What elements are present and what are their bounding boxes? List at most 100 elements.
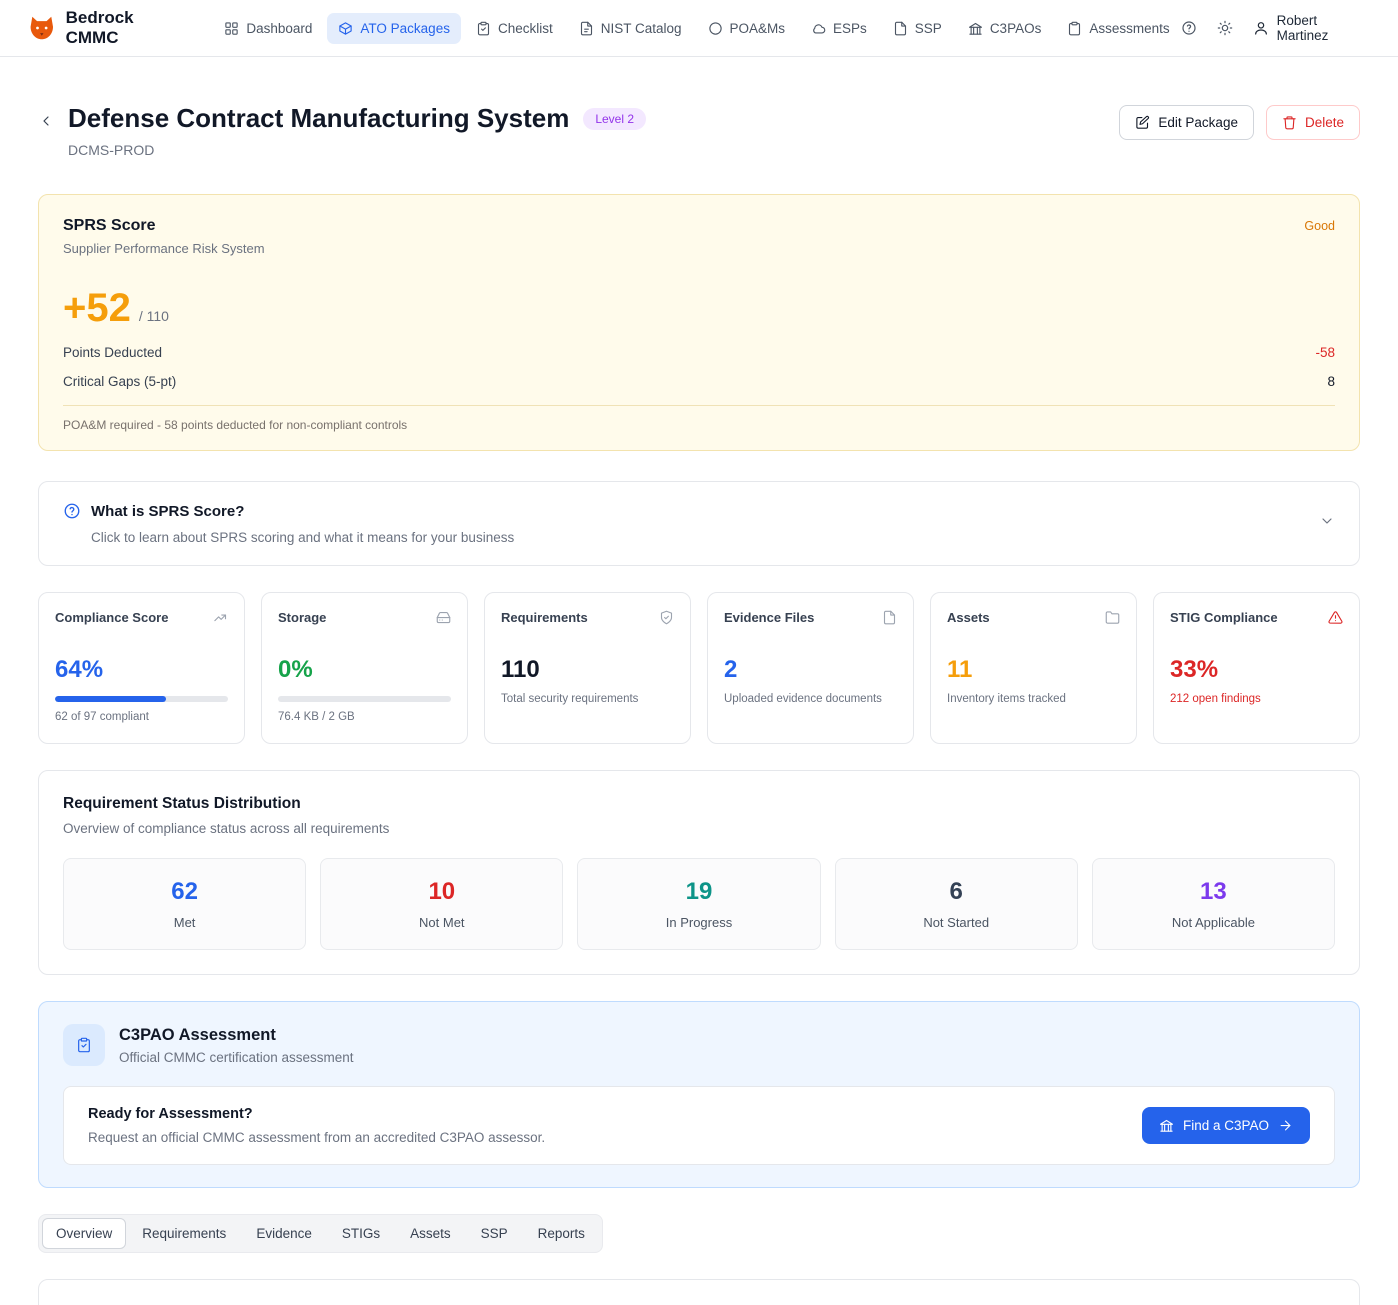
- tab-assets[interactable]: Assets: [396, 1218, 465, 1249]
- stat-card-assets: Assets 11 Inventory items tracked: [930, 592, 1137, 744]
- back-button[interactable]: [38, 113, 54, 134]
- cta-subtitle: Request an official CMMC assessment from…: [88, 1130, 545, 1145]
- nav-poams[interactable]: POA&Ms: [697, 13, 797, 44]
- stat-subtext: Inventory items tracked: [947, 693, 1120, 705]
- sprs-footnote: POA&M required - 58 points deducted for …: [63, 418, 1335, 432]
- nav-label: NIST Catalog: [601, 21, 682, 36]
- grid-icon: [224, 21, 239, 36]
- nav-checklist[interactable]: Checklist: [465, 13, 564, 44]
- trending-up-icon: [213, 610, 228, 630]
- nav-label: ESPs: [833, 21, 867, 36]
- folder-icon: [1105, 610, 1120, 630]
- cta-title: Ready for Assessment?: [88, 1106, 545, 1122]
- chevron-left-icon: [38, 113, 54, 129]
- sprs-score-max: / 110: [139, 308, 169, 324]
- dist-label: In Progress: [588, 915, 809, 930]
- stat-subtext: 212 open findings: [1170, 693, 1343, 705]
- delete-package-button[interactable]: Delete: [1266, 105, 1360, 140]
- help-circle-icon: [1181, 20, 1197, 36]
- sprs-row-points-deducted: Points Deducted -58: [63, 345, 1335, 360]
- sprs-info-expander[interactable]: What is SPRS Score? Click to learn about…: [38, 481, 1360, 566]
- trash-icon: [1282, 115, 1297, 130]
- stat-label: Evidence Files: [724, 610, 814, 625]
- dist-value: 6: [846, 878, 1067, 906]
- c3pao-assessment-card: C3PAO Assessment Official CMMC certifica…: [38, 1001, 1360, 1188]
- delete-package-label: Delete: [1305, 115, 1344, 130]
- sprs-title: SPRS Score: [63, 217, 265, 235]
- top-bar: Bedrock CMMC Dashboard ATO Packages Chec…: [0, 0, 1398, 57]
- nav-label: Dashboard: [246, 21, 312, 36]
- panel-title: Requirement Status Distribution: [63, 795, 1335, 813]
- dist-value: 62: [74, 878, 295, 906]
- brand[interactable]: Bedrock CMMC: [28, 8, 189, 48]
- theme-toggle-button[interactable]: [1217, 20, 1233, 36]
- c3pao-title: C3PAO Assessment: [119, 1026, 354, 1045]
- sprs-info-subtitle: Click to learn about SPRS scoring and wh…: [91, 530, 514, 545]
- sprs-subtitle: Supplier Performance Risk System: [63, 241, 265, 256]
- clipboard-icon: [1067, 21, 1082, 36]
- nav-label: SSP: [915, 21, 942, 36]
- divider: [63, 405, 1335, 406]
- sprs-score-value: +52: [63, 286, 131, 331]
- sprs-row-label: Points Deducted: [63, 345, 162, 360]
- nav-dashboard[interactable]: Dashboard: [213, 13, 323, 44]
- clipboard-check-badge-icon: [63, 1024, 105, 1066]
- tab-overview[interactable]: Overview: [42, 1218, 126, 1249]
- stat-label: Compliance Score: [55, 610, 168, 625]
- stat-subtext: Uploaded evidence documents: [724, 693, 897, 705]
- nav-ato-packages[interactable]: ATO Packages: [327, 13, 461, 44]
- dist-box-not-met: 10 Not Met: [320, 858, 563, 950]
- tab-stigs[interactable]: STIGs: [328, 1218, 394, 1249]
- progress-fill: [55, 696, 166, 702]
- panel-subtitle: Overview of compliance status across all…: [63, 821, 1335, 836]
- chevron-down-icon[interactable]: [1319, 513, 1335, 534]
- nav-ssp[interactable]: SSP: [882, 13, 953, 44]
- progress-bar: [55, 696, 228, 702]
- cloud-icon: [811, 21, 826, 36]
- find-c3pao-button[interactable]: Find a C3PAO: [1142, 1107, 1310, 1144]
- nav-c3paos[interactable]: C3PAOs: [957, 13, 1053, 44]
- distribution-grid: 62 Met 10 Not Met 19 In Progress 6 Not S…: [63, 858, 1335, 950]
- edit-package-label: Edit Package: [1158, 115, 1238, 130]
- sprs-row-value: -58: [1315, 345, 1335, 360]
- file-text-icon: [579, 21, 594, 36]
- stat-subtext: 76.4 KB / 2 GB: [278, 711, 451, 723]
- dist-box-met: 62 Met: [63, 858, 306, 950]
- c3pao-subtitle: Official CMMC certification assessment: [119, 1050, 354, 1065]
- stat-label: Requirements: [501, 610, 588, 625]
- topbar-right: Robert Martinez: [1181, 13, 1370, 43]
- edit-package-button[interactable]: Edit Package: [1119, 105, 1254, 140]
- dist-box-not-started: 6 Not Started: [835, 858, 1078, 950]
- nav-nist-catalog[interactable]: NIST Catalog: [568, 13, 693, 44]
- stat-label: Storage: [278, 610, 326, 625]
- stat-card-storage: Storage 0% 76.4 KB / 2 GB: [261, 592, 468, 744]
- sprs-info-title: What is SPRS Score?: [91, 503, 244, 520]
- stat-value: 11: [947, 656, 1120, 684]
- help-button[interactable]: [1181, 20, 1197, 36]
- title-block: Defense Contract Manufacturing System Le…: [68, 103, 646, 158]
- clipboard-check-icon: [476, 21, 491, 36]
- tab-evidence[interactable]: Evidence: [242, 1218, 326, 1249]
- nav-assessments[interactable]: Assessments: [1056, 13, 1180, 44]
- stat-subtext: 62 of 97 compliant: [55, 711, 228, 723]
- nav-label: C3PAOs: [990, 21, 1042, 36]
- find-c3pao-label: Find a C3PAO: [1183, 1118, 1269, 1133]
- assessment-cta-card: Ready for Assessment? Request an officia…: [63, 1086, 1335, 1165]
- sprs-info-text: What is SPRS Score? Click to learn about…: [63, 502, 514, 545]
- nav-esps[interactable]: ESPs: [800, 13, 878, 44]
- tab-ssp[interactable]: SSP: [467, 1218, 522, 1249]
- stat-card-compliance-score: Compliance Score 64% 62 of 97 compliant: [38, 592, 245, 744]
- hard-drive-icon: [436, 610, 451, 630]
- circle-icon: [708, 21, 723, 36]
- dist-value: 19: [588, 878, 809, 906]
- tab-requirements[interactable]: Requirements: [128, 1218, 240, 1249]
- tab-reports[interactable]: Reports: [524, 1218, 599, 1249]
- stat-value: 33%: [1170, 656, 1343, 684]
- stat-card-evidence-files: Evidence Files 2 Uploaded evidence docum…: [707, 592, 914, 744]
- user-menu[interactable]: Robert Martinez: [1253, 13, 1370, 43]
- edit-icon: [1135, 115, 1150, 130]
- file-icon: [882, 610, 897, 630]
- page-header: Defense Contract Manufacturing System Le…: [38, 103, 1360, 158]
- stat-card-requirements: Requirements 110 Total security requirem…: [484, 592, 691, 744]
- package-id: DCMS-PROD: [68, 142, 646, 158]
